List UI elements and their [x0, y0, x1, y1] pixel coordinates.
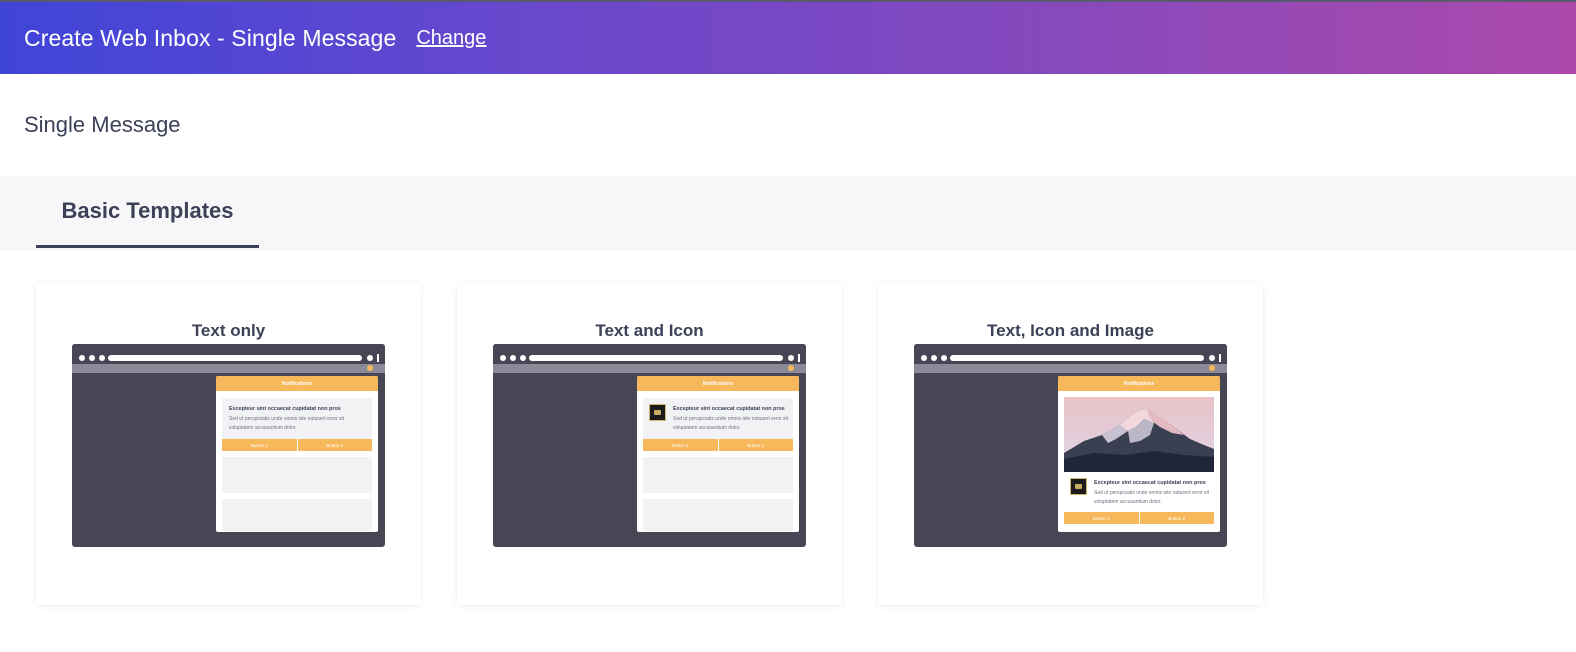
- browser-toolbar: [493, 344, 806, 364]
- notification-panel: Notifications Excepteur sint occaecat cu…: [1058, 376, 1220, 532]
- window-dot-icon: [931, 355, 937, 361]
- window-dot-icon: [500, 355, 506, 361]
- url-bar: [950, 355, 1204, 361]
- notification-panel: Notifications Excepteur sint occaecat cu…: [637, 376, 799, 532]
- section-title: Single Message: [24, 112, 181, 137]
- notification-buttons: Button 1 Button 2: [643, 439, 793, 451]
- browser-strip: [72, 364, 385, 373]
- brand-logo-icon: [649, 404, 666, 421]
- page-title: Create Web Inbox - Single Message: [24, 24, 397, 51]
- notification-panel: Notifications Excepteur sint occaecat cu…: [216, 376, 378, 532]
- notification-item: Excepteur sint occaecat cupidatat non pr…: [222, 398, 372, 451]
- notification-placeholder: [222, 499, 372, 531]
- window-dot-icon: [921, 355, 927, 361]
- notification-item: Excepteur sint occaecat cupidatat non pr…: [643, 398, 793, 451]
- window-dot-icon: [941, 355, 947, 361]
- profile-dot-icon: [788, 355, 794, 361]
- notification-button-2: Button 2: [717, 439, 793, 451]
- notification-placeholder: [222, 457, 372, 493]
- browser-toolbar: [72, 344, 385, 364]
- change-link[interactable]: Change: [416, 27, 486, 50]
- menu-icon: [798, 354, 800, 362]
- notification-body: Sed ut perspiciatis unde omnis iste natu…: [673, 416, 789, 431]
- notification-body: Sed ut perspiciatis unde omnis iste natu…: [1094, 490, 1210, 505]
- menu-icon: [1219, 354, 1221, 362]
- panel-title: Notifications: [216, 376, 378, 391]
- window-dot-icon: [99, 355, 105, 361]
- browser-strip: [914, 364, 1227, 373]
- notification-title: Excepteur sint occaecat cupidatat non pr…: [229, 406, 341, 412]
- browser-preview: Notifications Excepteur sint occaecat cu…: [914, 344, 1227, 547]
- notification-button-1: Button 1: [643, 439, 718, 451]
- bell-icon: [788, 365, 794, 371]
- bell-icon: [1209, 365, 1215, 371]
- template-card-title: Text only: [191, 321, 266, 340]
- notification-title: Excepteur sint occaecat cupidatat non pr…: [673, 406, 785, 412]
- menu-icon: [377, 354, 379, 362]
- notification-button-2: Button 2: [296, 439, 372, 451]
- section-header: Single Message: [0, 74, 1576, 176]
- url-bar: [108, 355, 362, 361]
- browser-toolbar: [914, 344, 1227, 364]
- panel-title: Notifications: [637, 376, 799, 391]
- bell-icon: [367, 365, 373, 371]
- url-bar: [529, 355, 783, 361]
- profile-dot-icon: [367, 355, 373, 361]
- window-dot-icon: [79, 355, 85, 361]
- browser-preview: Notifications Excepteur sint occaecat cu…: [493, 344, 806, 547]
- notification-button-1: Button 1: [222, 439, 297, 451]
- template-card-title: Text, Icon and Image: [987, 321, 1154, 340]
- notification-button-2: Button 2: [1138, 512, 1214, 524]
- browser-strip: [493, 364, 806, 373]
- page-header: Create Web Inbox - Single Message Change: [0, 0, 1576, 74]
- panel-title: Notifications: [1058, 376, 1220, 391]
- profile-dot-icon: [1209, 355, 1215, 361]
- template-card-text-icon-image[interactable]: Text, Icon and Image Notifications Excep…: [878, 283, 1263, 605]
- template-card-title: Text and Icon: [595, 321, 704, 340]
- mountain-image: [1064, 397, 1214, 472]
- window-dot-icon: [510, 355, 516, 361]
- notification-placeholder: [643, 457, 793, 493]
- notification-item: Excepteur sint occaecat cupidatat non pr…: [1064, 472, 1214, 524]
- window-dot-icon: [520, 355, 526, 361]
- mountain-illustration: [1064, 408, 1214, 472]
- template-card-text-and-icon[interactable]: Text and Icon Notifications Excepteur si…: [457, 283, 842, 605]
- notification-body: Sed ut perspiciatis unde omnis iste natu…: [229, 416, 345, 431]
- notification-buttons: Button 1 Button 2: [222, 439, 372, 451]
- template-tab-bar: Basic Templates: [0, 176, 1576, 248]
- browser-preview: Notifications Excepteur sint occaecat cu…: [72, 344, 385, 547]
- brand-logo-icon: [1070, 478, 1087, 495]
- notification-button-1: Button 1: [1064, 512, 1139, 524]
- window-dot-icon: [89, 355, 95, 361]
- tab-basic-templates[interactable]: Basic Templates: [36, 176, 259, 248]
- notification-buttons: Button 1 Button 2: [1064, 512, 1214, 524]
- notification-title: Excepteur sint occaecat cupidatat non pr…: [1094, 480, 1206, 486]
- notification-placeholder: [643, 499, 793, 531]
- template-card-text-only[interactable]: Text only Notifications Excepteur sint o…: [36, 283, 421, 605]
